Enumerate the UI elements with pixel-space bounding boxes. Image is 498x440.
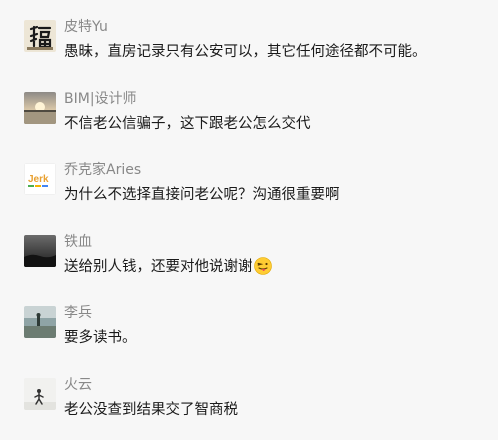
comment-text: 老公没查到结果交了智商税: [64, 402, 238, 418]
fu-calligraphy-avatar[interactable]: [24, 20, 56, 52]
comment-text-body: 送给别人钱，还要对他说谢谢: [64, 259, 253, 275]
comment-item: BIM|设计师 不信老公信骗子，这下跟老公怎么交代: [0, 90, 498, 154]
comment-text: 为什么不选择直接问老公呢？沟通很重要啊: [64, 187, 340, 203]
comment-item: 李兵 要多读书。: [0, 304, 498, 368]
comment-nickname[interactable]: 李兵: [64, 304, 92, 322]
comment-text: 愚昧，直房记录只有公安可以，其它任何途径都不可能。: [64, 44, 427, 60]
comment-list: 皮特Yu 愚昧，直房记录只有公安可以，其它任何途径都不可能。 BIM|设计师 不…: [0, 0, 498, 431]
comment-item: 皮特Yu 愚昧，直房记录只有公安可以，其它任何途径都不可能。: [0, 18, 498, 82]
comment-text: 要多读书。: [64, 330, 137, 346]
comment-text: 送给别人钱，还要对他说谢谢: [64, 257, 272, 281]
comment-item: 铁血 送给别人钱，还要对他说谢谢: [0, 233, 498, 297]
comment-nickname[interactable]: 皮特Yu: [64, 18, 108, 36]
dark-landscape-avatar[interactable]: [24, 235, 56, 267]
avatar-logo-text: Jerk: [28, 174, 49, 185]
jerk-logo-avatar[interactable]: Jerk: [24, 163, 56, 195]
comment-nickname[interactable]: 火云: [64, 376, 92, 394]
snow-figure-avatar[interactable]: [24, 378, 56, 410]
comment-item: Jerk 乔克家Aries 为什么不选择直接问老公呢？沟通很重要啊: [0, 161, 498, 225]
comment-nickname[interactable]: BIM|设计师: [64, 90, 137, 108]
comment-text: 不信老公信骗子，这下跟老公怎么交代: [64, 116, 311, 132]
seaside-avatar[interactable]: [24, 306, 56, 338]
comment-nickname[interactable]: 乔克家Aries: [64, 161, 141, 179]
tongue-out-face-icon: [253, 257, 272, 281]
sunset-lake-avatar[interactable]: [24, 92, 56, 124]
comment-nickname[interactable]: 铁血: [64, 233, 92, 251]
